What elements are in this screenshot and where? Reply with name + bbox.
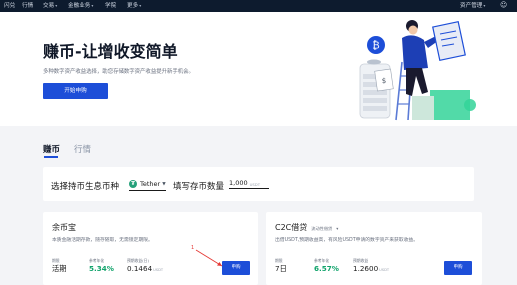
- nav-item-5-label: 更多: [127, 3, 139, 9]
- stat-value-yield: 0.1464USDT: [127, 264, 163, 273]
- stat-yield-unit: USDT: [153, 268, 164, 272]
- nav-item-3[interactable]: 金融业务▾: [68, 1, 93, 11]
- stat-value-apy: 6.57%: [314, 264, 339, 273]
- amount-unit: USDT: [249, 182, 261, 187]
- svg-text:₿: ₿: [372, 40, 379, 52]
- content-area: 赚币 行情 选择持币生息币种 ₮ Tether ▼ 填写存币数量 1,000 U…: [0, 126, 517, 285]
- nav-asset-label: 资产管理: [460, 3, 483, 9]
- nav-item-5[interactable]: 更多▾: [127, 1, 141, 11]
- card-title: 余币宝: [52, 223, 76, 232]
- card-title-text: C2C借贷: [275, 223, 308, 232]
- coin-selector-panel: 选择持币生息币种 ₮ Tether ▼ 填写存币数量 1,000 USDT: [43, 167, 474, 201]
- hero-illustration: ₿ $: [359, 20, 476, 121]
- nav-item-0[interactable]: 闪兑: [4, 1, 15, 11]
- nav-item-2-label: 交易: [43, 3, 55, 9]
- nav-item-2[interactable]: 交易▾: [43, 1, 57, 11]
- amount-input[interactable]: 1,000 USDT: [229, 178, 269, 189]
- tab-market[interactable]: 行情: [74, 143, 91, 155]
- subscribe-button[interactable]: 申购: [444, 261, 472, 275]
- tether-icon: ₮: [129, 180, 137, 188]
- chevron-down-icon: ▼: [162, 181, 166, 187]
- card-description: 本质金融活期存款，随存随取，无需锁定期限。: [52, 238, 153, 243]
- nav-item-3-label: 金融业务: [68, 3, 91, 9]
- stat-yield-number: 0.1464: [127, 264, 153, 273]
- svg-text:$: $: [382, 77, 386, 85]
- hero-subtitle: 多种数字资产收益选择，助您存储数字资产收益提升新手机会。: [43, 69, 194, 75]
- stat-value-yield: 1.2600USDT: [353, 264, 389, 273]
- stat-value-term: 活期: [52, 264, 67, 273]
- chevron-down-icon: ▾: [139, 3, 142, 8]
- card-description: 出借USDT,预期收益高，有风险USDT申请的数字资产来获取收益。: [275, 238, 419, 243]
- hero-banner: 赚币-让增收变简单 多种数字资产收益选择，助您存储数字资产收益提升新手机会。 开…: [0, 12, 517, 126]
- token-name: Tether: [140, 180, 161, 188]
- stat-value-term: 7日: [275, 264, 287, 273]
- token-dropdown[interactable]: ₮ Tether ▼: [129, 179, 166, 191]
- nav-item-4[interactable]: 学院: [105, 1, 116, 11]
- user-icon[interactable]: ☺: [500, 0, 507, 10]
- nav-item-1[interactable]: 行情: [22, 1, 33, 11]
- nav-asset-menu[interactable]: 资产管理▾: [460, 1, 485, 11]
- annotation-arrow-icon: [195, 249, 223, 267]
- stat-value-apy: 5.34%: [89, 264, 114, 273]
- stat-yield-number: 1.2600: [353, 264, 379, 273]
- card-title-tag: 流动性借贷: [311, 226, 333, 231]
- product-card-c2c-lending: C2C借贷 流动性借贷 ▾ 出借USDT,预期收益高，有风险USDT申请的数字资产来…: [266, 212, 482, 285]
- card-title: C2C借贷 流动性借贷 ▾: [275, 222, 338, 233]
- top-navbar: 闪兑 行情 交易▾ 金融业务▾ 学院 更多▾ 资产管理▾ ☺: [0, 0, 517, 12]
- stat-yield-unit: USDT: [379, 268, 390, 272]
- chevron-down-icon: ▾: [483, 3, 486, 8]
- chevron-down-icon[interactable]: ▾: [336, 226, 338, 231]
- start-subscribe-button[interactable]: 开始申购: [43, 83, 108, 99]
- active-tab-indicator: [44, 156, 58, 158]
- tab-earn[interactable]: 赚币: [43, 143, 60, 155]
- chevron-down-icon: ▾: [55, 3, 58, 8]
- hero-title: 赚币-让增收变简单: [43, 42, 178, 61]
- chevron-down-icon: ▾: [91, 3, 94, 8]
- selector-middle: 填写存币数量: [173, 182, 225, 192]
- amount-value: 1,000: [229, 179, 248, 187]
- selector-prefix: 选择持币生息币种: [51, 182, 120, 192]
